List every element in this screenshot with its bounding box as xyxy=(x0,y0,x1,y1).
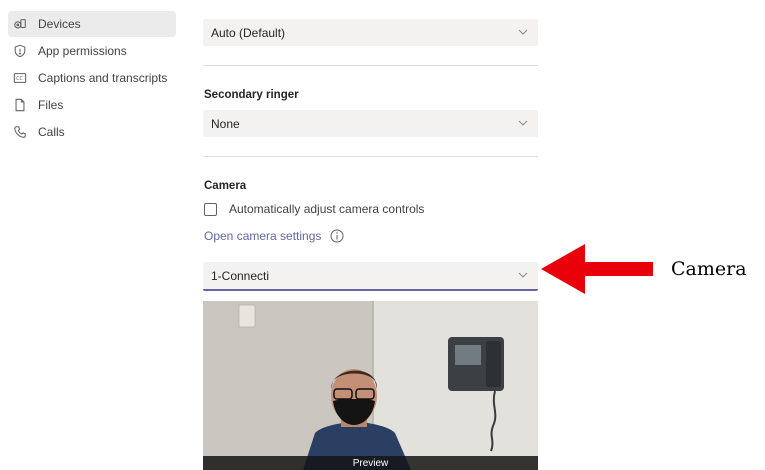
auto-adjust-camera-row: Automatically adjust camera controls xyxy=(204,202,424,216)
auto-adjust-camera-checkbox[interactable] xyxy=(204,202,217,216)
chevron-down-icon xyxy=(518,120,528,126)
camera-annotation-label: Camera xyxy=(671,258,747,280)
info-icon[interactable] xyxy=(330,229,344,243)
secondary-ringer-select[interactable]: None xyxy=(203,110,538,137)
ringer-select[interactable]: Auto (Default) xyxy=(203,19,538,46)
sidebar-item-label: Devices xyxy=(38,17,81,31)
phone-icon xyxy=(11,123,29,141)
sidebar-item-captions[interactable]: CC Captions and transcripts xyxy=(8,65,176,91)
sidebar-item-label: Calls xyxy=(38,125,65,139)
camera-preview-image xyxy=(203,301,538,470)
camera-device-select[interactable]: 1-Connecti xyxy=(203,262,538,291)
sidebar-item-label: Files xyxy=(38,98,64,112)
settings-sidebar: Devices App permissions CC Captions and … xyxy=(0,0,185,470)
sidebar-item-label: App permissions xyxy=(38,44,127,58)
ringer-select-value: Auto (Default) xyxy=(211,25,286,40)
divider xyxy=(203,156,538,157)
device-icon xyxy=(11,15,29,33)
captions-icon: CC xyxy=(11,69,29,87)
sidebar-item-app-permissions[interactable]: App permissions xyxy=(8,38,176,64)
chevron-down-icon xyxy=(518,272,528,278)
secondary-ringer-title: Secondary ringer xyxy=(204,89,299,101)
sidebar-item-devices[interactable]: Devices xyxy=(8,11,176,37)
open-camera-settings-link[interactable]: Open camera settings xyxy=(204,229,321,243)
devices-settings-panel: Auto (Default) Secondary ringer None Cam… xyxy=(203,0,538,470)
secondary-ringer-value: None xyxy=(211,116,240,131)
divider xyxy=(203,65,538,66)
camera-device-value: 1-Connecti xyxy=(211,268,270,283)
sidebar-item-calls[interactable]: Calls xyxy=(8,119,176,145)
open-camera-settings-row: Open camera settings xyxy=(204,229,344,243)
camera-section-title: Camera xyxy=(204,180,247,192)
red-arrow-annotation xyxy=(541,244,653,294)
auto-adjust-camera-label: Automatically adjust camera controls xyxy=(229,202,425,216)
preview-label: Preview xyxy=(203,456,538,470)
sidebar-item-files[interactable]: Files xyxy=(8,92,176,118)
file-icon xyxy=(11,96,29,114)
chevron-down-icon xyxy=(518,29,528,35)
camera-preview: Preview xyxy=(203,301,538,470)
svg-text:CC: CC xyxy=(16,76,23,82)
sidebar-item-label: Captions and transcripts xyxy=(38,71,168,85)
shield-icon xyxy=(11,42,29,60)
